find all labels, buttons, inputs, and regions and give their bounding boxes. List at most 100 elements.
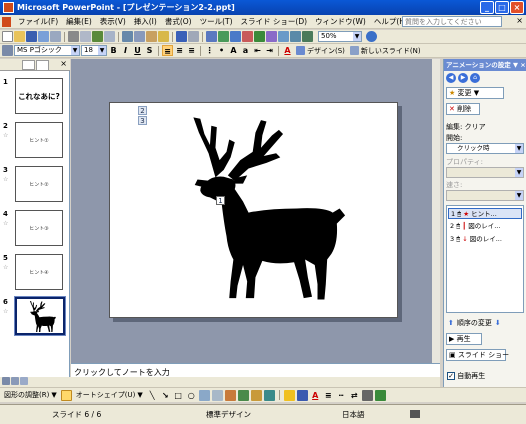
notes-pane[interactable]: クリックしてノートを入力 — [71, 363, 440, 378]
slide-sorter-icon[interactable] — [11, 377, 19, 385]
forward-icon[interactable]: ▶ — [458, 73, 468, 83]
permission-icon[interactable] — [38, 31, 49, 42]
spelling-icon[interactable] — [92, 31, 103, 42]
menu-slideshow[interactable]: スライド ショー(D) — [237, 16, 312, 27]
animation-tag[interactable]: 2 — [138, 106, 147, 115]
insert-chart-icon[interactable] — [230, 31, 241, 42]
research-icon[interactable] — [104, 31, 115, 42]
maximize-button[interactable]: □ — [495, 1, 509, 14]
slide-thumbnail-6[interactable] — [14, 296, 66, 336]
diagram-icon[interactable] — [237, 389, 249, 401]
change-effect-button[interactable]: ★ 変更 ▼ — [446, 87, 504, 99]
grid-icon[interactable] — [290, 31, 301, 42]
arrow-style-icon[interactable]: ⇄ — [349, 390, 360, 401]
animation-tag[interactable]: 1 — [216, 196, 225, 205]
animation-list-item[interactable]: 1 🖱 ★ ヒント... — [448, 208, 522, 219]
print-preview-icon[interactable] — [80, 31, 91, 42]
tab-outline[interactable] — [22, 60, 35, 70]
play-button[interactable]: ▶ 再生 — [446, 333, 482, 345]
line-style-icon[interactable]: ≡ — [323, 390, 334, 401]
styles-icon[interactable] — [2, 45, 13, 56]
italic-button[interactable]: I — [120, 45, 131, 56]
close-doc-icon[interactable]: × — [516, 16, 523, 25]
email-icon[interactable] — [50, 31, 61, 42]
menu-window[interactable]: ウィンドウ(W) — [311, 16, 370, 27]
decrease-indent-icon[interactable]: ⇤ — [252, 45, 263, 56]
dash-style-icon[interactable]: ┅ — [336, 390, 347, 401]
slideshow-view-icon[interactable] — [20, 377, 28, 385]
slide-thumbnail-4[interactable]: ヒント③ — [15, 210, 63, 246]
slide-thumbnail-5[interactable]: ヒント④ — [15, 254, 63, 290]
arrow-icon[interactable]: ↘ — [160, 390, 171, 401]
move-up-icon[interactable]: ⬆ — [448, 319, 454, 327]
slide-thumbnail-3[interactable]: ヒント② — [15, 166, 63, 202]
menu-tools[interactable]: ツール(T) — [196, 16, 237, 27]
menu-format[interactable]: 書式(O) — [161, 16, 196, 27]
draw-menu-button[interactable]: 図形の調整(R) ▼ — [2, 390, 59, 400]
start-select[interactable]: クリック時 ▼ — [446, 143, 524, 154]
fill-color-icon[interactable] — [283, 389, 295, 401]
delete-effect-button[interactable]: ✕ 削除 — [446, 103, 480, 115]
minimize-button[interactable]: _ — [480, 1, 494, 14]
pane-close-icon[interactable]: × — [60, 59, 67, 68]
font-color-draw-icon[interactable]: A — [310, 390, 321, 401]
menu-edit[interactable]: 編集(E) — [62, 16, 96, 27]
expand-icon[interactable] — [266, 31, 277, 42]
menu-insert[interactable]: 挿入(I) — [130, 16, 161, 27]
tab-slides[interactable] — [36, 60, 49, 70]
hyperlink-icon[interactable] — [206, 31, 217, 42]
vertical-textbox-icon[interactable] — [211, 389, 223, 401]
align-center-icon[interactable]: ≡ — [174, 45, 185, 56]
help-search-input[interactable]: 質問を入力してください — [402, 16, 502, 27]
new-icon[interactable] — [2, 31, 13, 42]
line-color-icon[interactable] — [296, 389, 308, 401]
bold-button[interactable]: B — [108, 45, 119, 56]
3d-style-icon[interactable] — [374, 389, 386, 401]
close-button[interactable]: × — [510, 1, 524, 14]
clipart-icon[interactable] — [250, 389, 262, 401]
slide-canvas[interactable]: 2 3 1 — [109, 102, 398, 318]
open-icon[interactable] — [14, 31, 25, 42]
normal-view-icon[interactable] — [2, 377, 10, 385]
picture-icon[interactable] — [263, 389, 275, 401]
help-icon[interactable] — [366, 31, 377, 42]
color-grayscale-icon[interactable] — [302, 31, 313, 42]
paste-icon[interactable] — [146, 31, 157, 42]
new-slide-button[interactable]: 新しいスライド(N) — [348, 46, 423, 56]
autopreview-checkbox[interactable]: ✓ 自動再生 — [447, 371, 485, 381]
slideshow-button[interactable]: ▣ スライド ショー — [446, 349, 509, 361]
numbering-icon[interactable]: ⋮ — [204, 45, 215, 56]
document-icon[interactable] — [2, 16, 11, 27]
wordart-icon[interactable] — [224, 389, 236, 401]
move-down-icon[interactable]: ⬇ — [495, 319, 501, 327]
show-formatting-icon[interactable] — [278, 31, 289, 42]
redo-icon[interactable] — [188, 31, 199, 42]
oval-icon[interactable]: ○ — [186, 390, 197, 401]
copy-icon[interactable] — [134, 31, 145, 42]
back-icon[interactable]: ◀ — [446, 73, 456, 83]
bullets-icon[interactable]: • — [216, 45, 227, 56]
animation-list-item[interactable]: 2 🖱 ┃ 図のレイ... — [448, 221, 522, 232]
menu-view[interactable]: 表示(V) — [96, 16, 130, 27]
font-size-select[interactable]: 18 ▼ — [81, 45, 107, 56]
textbox-icon[interactable] — [198, 389, 210, 401]
select-objects-icon[interactable] — [60, 389, 72, 401]
save-icon[interactable] — [26, 31, 37, 42]
line-icon[interactable]: ╲ — [147, 390, 158, 401]
home-icon[interactable]: ⌂ — [470, 73, 480, 83]
insert-picture-icon[interactable] — [254, 31, 265, 42]
rectangle-icon[interactable]: □ — [173, 390, 184, 401]
animation-list[interactable]: 1 🖱 ★ ヒント... 2 🖱 ┃ 図のレイ... 3 🖱 ↓ 図のレイ... — [446, 205, 524, 313]
font-name-select[interactable]: MS Pゴシック ▼ — [14, 45, 80, 56]
align-right-icon[interactable]: ≡ — [186, 45, 197, 56]
autoshapes-button[interactable]: オートシェイプ(U) ▼ — [74, 390, 145, 400]
shadow-style-icon[interactable] — [361, 389, 373, 401]
increase-font-icon[interactable]: A — [228, 45, 239, 56]
deer-silhouette-image[interactable] — [152, 105, 352, 305]
vertical-scrollbar[interactable] — [432, 59, 440, 363]
animation-tag[interactable]: 3 — [138, 116, 147, 125]
underline-button[interactable]: U — [132, 45, 143, 56]
design-button[interactable]: デザイン(S) — [294, 46, 347, 56]
slide-thumbnail-2[interactable]: ヒント① — [15, 122, 63, 158]
zoom-select[interactable]: 50% ▼ — [318, 31, 362, 42]
